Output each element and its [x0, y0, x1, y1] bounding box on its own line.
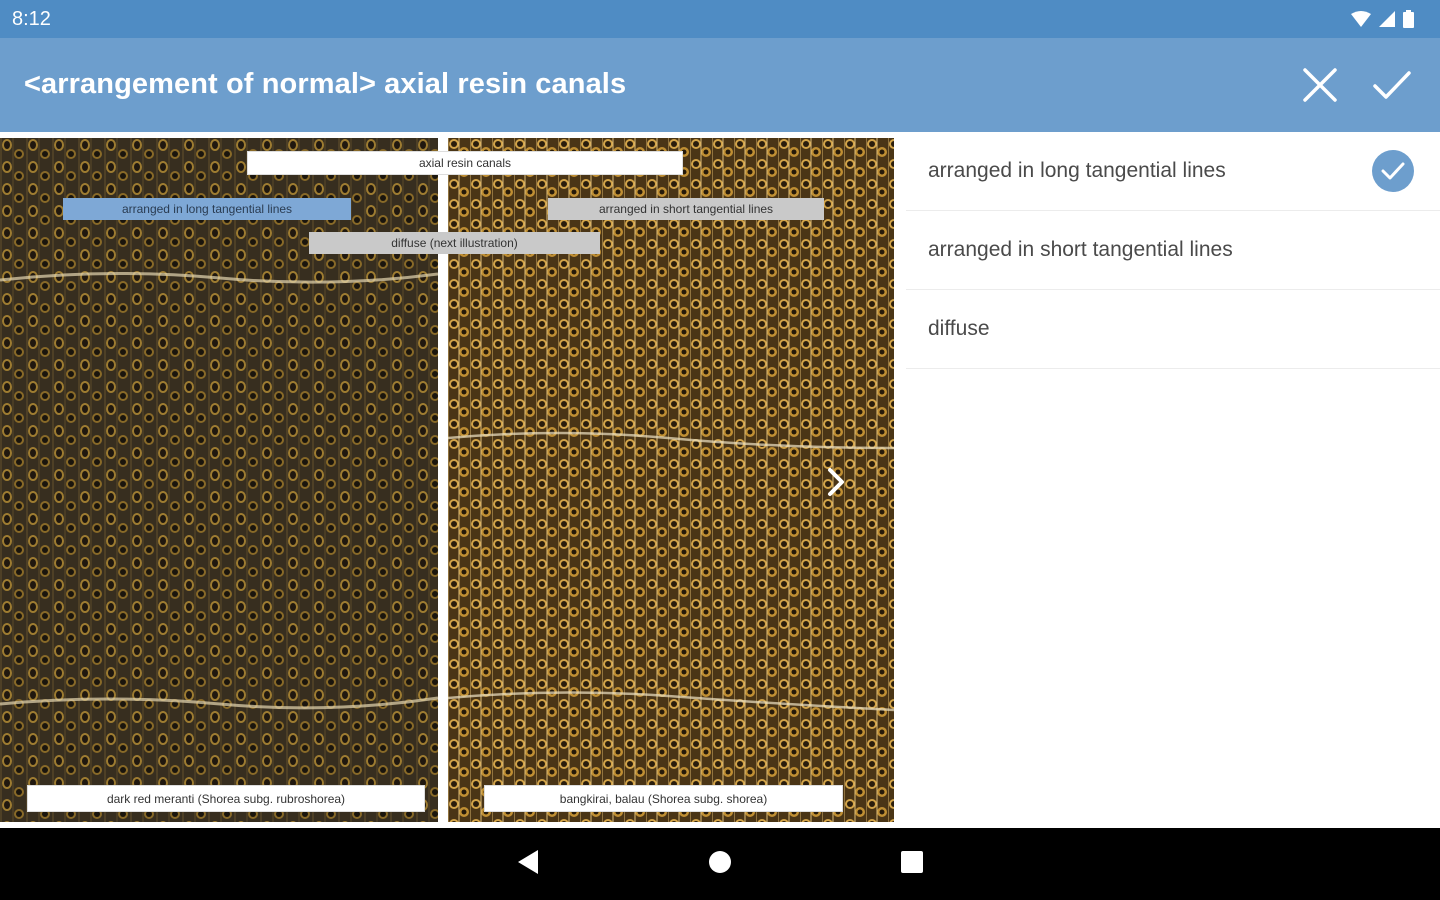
- selected-check-icon: [1372, 150, 1414, 192]
- status-time: 8:12: [12, 8, 51, 30]
- caption-right: bangkirai, balau (Shorea subg. shorea): [484, 785, 843, 812]
- signal-icon: [1379, 11, 1395, 27]
- option-diffuse[interactable]: diffuse: [906, 290, 1440, 369]
- close-icon: [1302, 67, 1338, 108]
- label-diffuse: diffuse (next illustration): [309, 232, 600, 254]
- status-bar: 8:12: [0, 0, 1440, 38]
- next-illustration-button[interactable]: [816, 464, 856, 504]
- label-axial-resin-canals: axial resin canals: [247, 151, 683, 175]
- app-bar: <arrangement of normal> axial resin cana…: [0, 38, 1440, 132]
- option-label: arranged in long tangential lines: [928, 159, 1226, 182]
- status-icons: [1351, 10, 1414, 28]
- option-long-tangential-lines[interactable]: arranged in long tangential lines: [906, 132, 1440, 211]
- option-label: diffuse: [928, 317, 990, 340]
- back-button[interactable]: [508, 844, 548, 884]
- back-icon: [516, 849, 540, 880]
- label-short-tangential-lines: arranged in short tangential lines: [548, 198, 824, 220]
- nav-bar: [0, 828, 1440, 900]
- confirm-button[interactable]: [1367, 62, 1417, 112]
- page-title: <arrangement of normal> axial resin cana…: [24, 68, 627, 100]
- label-long-tangential-lines: arranged in long tangential lines: [63, 198, 351, 220]
- recents-button[interactable]: [892, 844, 932, 884]
- battery-icon: [1403, 10, 1414, 28]
- wifi-icon: [1351, 11, 1371, 27]
- home-icon: [708, 850, 732, 879]
- home-button[interactable]: [700, 844, 740, 884]
- caption-left: dark red meranti (Shorea subg. rubroshor…: [27, 785, 425, 812]
- illustration-viewer[interactable]: axial resin canals arranged in long tang…: [0, 132, 900, 828]
- option-short-tangential-lines[interactable]: arranged in short tangential lines: [906, 211, 1440, 290]
- chevron-right-icon: [825, 467, 847, 502]
- options-list: arranged in long tangential lines arrang…: [906, 132, 1440, 828]
- recents-icon: [900, 850, 924, 879]
- close-button[interactable]: [1295, 62, 1345, 112]
- option-label: arranged in short tangential lines: [928, 238, 1233, 261]
- check-icon: [1372, 69, 1412, 106]
